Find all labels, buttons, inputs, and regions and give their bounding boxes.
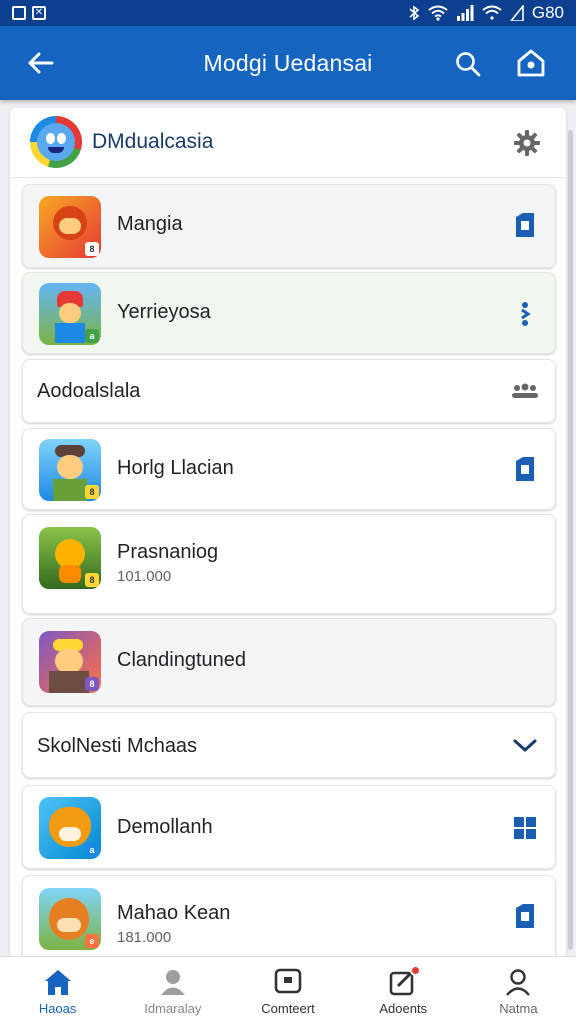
arrow-left-icon [28,52,54,74]
list-item[interactable]: 8 Horlg Llacian [22,428,556,510]
nav-item-profile[interactable]: Idmaralay [115,957,230,1024]
save-button[interactable] [509,453,541,485]
list-item-title: Mangia [117,213,183,235]
scrollbar[interactable] [568,130,573,950]
back-button[interactable] [22,47,58,79]
grid-button[interactable] [509,812,541,844]
notification-badge [410,965,422,976]
group-icon [512,383,538,398]
expand-button[interactable] [509,730,541,762]
chevron-down-icon [513,739,537,752]
signal-icon [509,5,524,21]
list-item[interactable]: 8 Prasnaniog 101.000 [22,514,556,614]
list-item-title: Demollanh [117,816,213,838]
save-button[interactable] [509,209,541,241]
page-title: Modgi Uedansai [203,50,373,76]
game-thumbnail: 8 [39,439,101,501]
bottom-nav: Haoas Idmaralay Comteert Adoents Natma [0,956,576,1024]
game-thumbnail: a [39,283,101,345]
nav-label: Idmaralay [144,1001,202,1016]
bluetooth-icon [409,5,420,21]
home-icon [42,967,74,997]
section-title: Aodoalslala [37,380,141,402]
user-icon [502,967,534,997]
list-item[interactable]: a Yerrieyosa [22,272,556,354]
nav-label: Comteert [261,1001,315,1016]
home-icon [517,49,545,77]
section-title: SkolNesti Mchaas [37,735,198,757]
nav-item-chat[interactable]: Comteert [230,957,345,1024]
status-text: G80 [531,3,564,22]
list-item-title: Yerrieyosa [117,301,211,323]
more-button[interactable] [509,297,541,329]
x-box-icon: ✕ [32,6,46,20]
gear-icon [514,130,540,156]
nav-label: Adoents [379,1001,428,1016]
section-header[interactable]: Aodoalslala [22,359,556,423]
profile-icon [157,967,189,997]
search-button[interactable] [450,46,486,82]
section-header[interactable]: SkolNesti Mchaas [22,712,556,778]
status-left: ✕ [12,6,46,20]
list-item-title: Clandingtuned [117,649,246,671]
square-icon [12,6,26,20]
app-bar: Modgi Uedansai [0,26,576,100]
nav-label: Natma [499,1001,538,1016]
home-button[interactable] [512,44,550,82]
profile-name: DMdualcasia [92,130,214,153]
game-thumbnail: 8 [39,527,101,589]
save-icon [516,457,534,481]
wifi-icon [482,5,502,20]
list-item[interactable]: a Demollanh [22,785,556,869]
list-item[interactable]: e Mahao Kean 181.000 [22,875,556,958]
wifi-icon [428,5,448,21]
nav-item-user[interactable]: Natma [461,957,576,1024]
grid-icon [514,817,536,839]
nav-item-home[interactable]: Haoas [0,957,115,1024]
search-icon [456,52,481,77]
list-item-title: Mahao Kean [117,902,231,924]
profile-row[interactable]: DMdualcasia [10,108,566,178]
nav-item-edit[interactable]: Adoents [346,957,461,1024]
edit-icon [387,965,422,997]
signal-icon [456,5,474,21]
game-thumbnail: e [39,888,101,950]
list-item-subtitle: 101.000 [117,568,172,585]
game-thumbnail: a [39,797,101,859]
list-item-title: Prasnaniog [117,541,219,563]
save-button[interactable] [509,900,541,932]
list-item[interactable]: 8 Clandingtuned [22,618,556,706]
group-button[interactable] [509,376,541,408]
chat-icon [272,967,304,997]
status-bar: ✕ G80 [0,0,576,26]
save-icon [516,213,534,237]
nav-label: Haoas [38,1001,77,1016]
settings-button[interactable] [510,126,544,160]
content-panel: DMdualcasia 8 Mangia a Yerrieyosa Aodoal… [10,108,566,958]
game-thumbnail: 8 [39,631,101,693]
list-item-title: Horlg Llacian [117,457,234,479]
status-right: G80 [408,3,564,23]
avatar [30,116,82,168]
list-item-subtitle: 181.000 [117,929,172,946]
avatar-face [37,123,75,161]
more-vertical-icon [521,302,531,326]
list-item[interactable]: 8 Mangia [22,184,556,268]
save-icon [516,904,534,928]
game-thumbnail: 8 [39,196,101,258]
